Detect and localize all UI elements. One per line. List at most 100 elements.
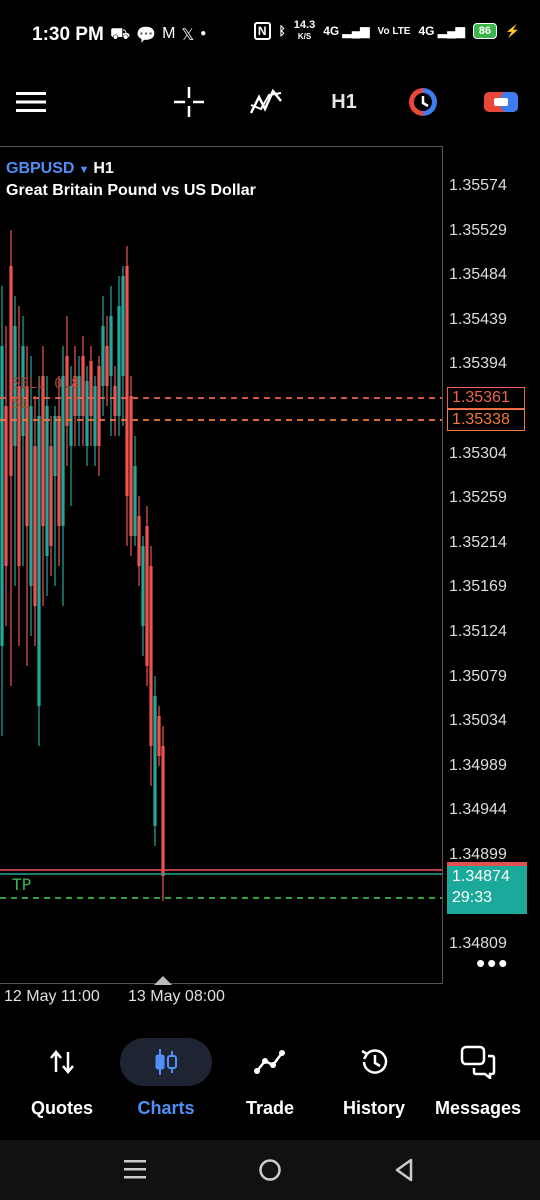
- candle-body: [157, 716, 161, 756]
- nav-charts[interactable]: Charts: [116, 1038, 216, 1119]
- menu-button[interactable]: [14, 84, 48, 120]
- indicators-button[interactable]: [248, 84, 284, 120]
- candle-body: [9, 266, 13, 476]
- price-axis-label: 1.35304: [449, 444, 507, 462]
- candle-body: [33, 446, 37, 606]
- time-scroll-marker[interactable]: [154, 976, 172, 985]
- volte-label: Vo LTE: [377, 25, 411, 37]
- candle-body: [49, 446, 53, 546]
- nav-quotes-label: Quotes: [30, 1098, 93, 1118]
- candle-body: [53, 416, 57, 476]
- battery-indicator: 86: [472, 23, 498, 39]
- symbol-timeframe: H1: [93, 160, 114, 177]
- symbol-dropdown-icon: ▼: [78, 164, 90, 176]
- trade-button[interactable]: [484, 84, 518, 120]
- tp-order-label[interactable]: TP: [12, 875, 31, 894]
- price-axis-label: 1.35214: [449, 533, 507, 551]
- price-axis-label: 1.35124: [449, 623, 507, 640]
- candle-body: [141, 546, 145, 626]
- symbol-description: Great Britain Pound vs US Dollar: [6, 182, 256, 199]
- current-price: 1.34874: [452, 868, 510, 885]
- nav-history[interactable]: History: [324, 1038, 424, 1119]
- nav-trade-label: Trade: [245, 1098, 295, 1118]
- candle-body: [109, 316, 113, 376]
- candle-body: [29, 406, 33, 586]
- home-icon[interactable]: [258, 1158, 282, 1182]
- system-navigation-bar: [0, 1140, 540, 1200]
- signal-1: 4G ▂▄▆: [323, 24, 370, 38]
- nav-trade[interactable]: Trade: [220, 1038, 320, 1119]
- bottom-navigation: Quotes Charts Trade History Messages: [0, 1030, 540, 1135]
- candle-body: [45, 406, 49, 556]
- more-options-icon[interactable]: •••: [476, 948, 509, 979]
- nav-messages[interactable]: Messages: [428, 1038, 528, 1119]
- candle-body: [81, 356, 85, 416]
- nfc-icon: N: [253, 22, 271, 40]
- crosshair-icon: [174, 87, 204, 117]
- chart-toolbar: H1: [0, 70, 540, 134]
- signal-2: 4G ▂▄▆: [418, 24, 465, 38]
- trade-toggle-icon: [484, 92, 518, 112]
- nav-quotes[interactable]: Quotes: [12, 1038, 112, 1119]
- candle-body: [105, 346, 109, 386]
- price-axis-label: 1.35034: [449, 712, 507, 730]
- price-axis-label: 1.34989: [449, 756, 507, 774]
- price-axis-label: 1.35574: [449, 177, 507, 194]
- sl-order-label[interactable]: SL: [12, 396, 29, 412]
- candle-body: [149, 566, 153, 746]
- one-click-trading-button[interactable]: [406, 84, 440, 120]
- price-axis-label: 1.35169: [449, 578, 507, 596]
- gmail-icon: M: [162, 25, 176, 42]
- messages-bubbles-icon: [460, 1045, 496, 1079]
- candle-body: [161, 746, 165, 876]
- bar-countdown: 29:33: [452, 889, 493, 906]
- price-axis-label: 1.35529: [449, 221, 507, 239]
- price-axis-label: 1.35259: [449, 489, 507, 507]
- trade-line-icon: [254, 1050, 285, 1074]
- sell-order-label[interactable]: SELL 0.8: [12, 376, 79, 392]
- candle-body: [113, 386, 117, 416]
- bluetooth-icon: ᛒ: [278, 24, 286, 38]
- price-axis-label: 1.35079: [449, 667, 507, 685]
- candle-body: [93, 386, 97, 446]
- time-label-1: 12 May 11:00: [4, 988, 100, 1005]
- price-axis-label: 1.34944: [449, 801, 507, 819]
- candle-body: [133, 466, 137, 536]
- candle-body: [61, 376, 65, 526]
- candle-body: [145, 526, 149, 666]
- charts-candles-icon: [155, 1049, 177, 1075]
- back-icon[interactable]: [394, 1158, 414, 1182]
- candle-body: [125, 266, 129, 496]
- candle-body: [97, 366, 101, 446]
- nav-active-indicator: [120, 1038, 212, 1086]
- candle-body: [37, 416, 41, 706]
- status-right: N ᛒ 14.3 K/S 4G ▂▄▆ Vo LTE 4G ▂▄▆ 86 ⚡: [253, 19, 520, 42]
- timeframe-label: H1: [331, 90, 357, 113]
- x-icon: 𝕏: [181, 27, 195, 44]
- sell-price-box: 1.35361: [447, 387, 525, 409]
- recent-apps-icon[interactable]: [124, 1158, 146, 1180]
- symbol-name: GBPUSD: [6, 160, 75, 177]
- candle-body: [101, 326, 105, 386]
- crosshair-button[interactable]: [172, 84, 206, 120]
- nav-messages-label: Messages: [434, 1098, 522, 1118]
- candle-body: [57, 416, 61, 526]
- indicators-icon: [249, 88, 282, 114]
- notification-icons: ⛟ 💬 M 𝕏 ●: [110, 25, 206, 45]
- candle-body: [137, 516, 141, 566]
- candle-body: [85, 381, 89, 446]
- time-label-2: 13 May 08:00: [128, 988, 225, 1005]
- timeframe-button[interactable]: H1: [326, 84, 362, 120]
- candle-body: [121, 276, 125, 376]
- candlestick-chart[interactable]: [0, 146, 442, 984]
- candle-body: [153, 696, 157, 826]
- candle-body: [4, 406, 8, 566]
- price-axis-label: 1.35439: [449, 310, 507, 328]
- current-price-box: 1.34874 29:33: [447, 862, 527, 914]
- hamburger-icon: [16, 92, 46, 112]
- price-axis-label: 1.35484: [449, 266, 507, 284]
- candle-body: [117, 306, 121, 416]
- network-speed: 14.3 K/S: [293, 19, 316, 42]
- chart-symbol-header[interactable]: GBPUSD ▼ H1: [6, 160, 114, 178]
- candle-body: [17, 386, 21, 566]
